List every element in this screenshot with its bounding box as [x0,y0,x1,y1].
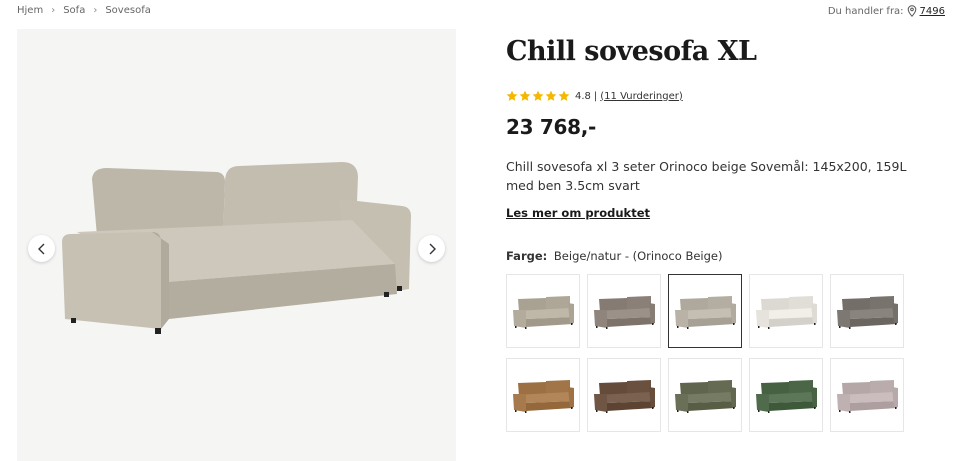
rating-separator: | [593,90,598,102]
sofa-thumbnail [756,380,817,413]
color-selection: Farge: Beige/natur - (Orinoco Beige) [506,249,722,263]
color-value: Beige/natur - (Orinoco Beige) [553,249,723,263]
reviews-link[interactable]: (11 Vurderinger) [600,91,682,102]
star-icon [519,90,531,101]
store-zip-link[interactable]: 7496 [920,6,945,17]
rating-value: 4.8 [575,90,591,102]
gallery-prev-button[interactable] [28,235,55,262]
chevron-right-icon: › [51,5,56,16]
sofa-thumbnail [513,380,574,413]
product-rating: 4.8 | (11 Vurderinger) [506,90,683,102]
swatch-green[interactable] [749,358,823,432]
sofa-thumbnail [675,296,736,329]
gallery-next-button[interactable] [418,235,445,262]
product-description: Chill sovesofa xl 3 seter Orinoco beige … [506,159,907,193]
chevron-right-icon [429,243,436,254]
sofa-photo [62,162,411,334]
star-icon [545,90,557,101]
sofa-thumbnail [837,380,898,413]
product-price: 23 768,- [506,115,597,139]
color-swatches [506,274,904,432]
star-icon [558,90,570,101]
product-title: Chill sovesofa XL [506,36,757,67]
location-pin-icon [907,5,916,17]
swatch-brown[interactable] [587,358,661,432]
chevron-left-icon [37,243,44,254]
sofa-thumbnail [837,296,898,329]
swatch-off-white[interactable] [749,274,823,348]
sofa-thumbnail [594,380,655,413]
swatch-cognac[interactable] [506,358,580,432]
sofa-thumbnail [675,380,736,413]
chevron-right-icon: › [93,5,98,16]
product-gallery [17,29,456,461]
swatch-lilac-grey[interactable] [830,358,904,432]
sofa-thumbnail [756,296,817,329]
sofa-thumbnail [594,296,655,329]
swatch-orinoco-beige[interactable] [668,274,742,348]
swatch-taupe[interactable] [587,274,661,348]
read-more-link[interactable]: Les mer om produktet [506,206,650,220]
sofa-thumbnail [513,296,574,329]
breadcrumb-sovesofa[interactable]: Sovesofa [105,5,151,16]
store-prefix: Du handler fra: [827,5,904,17]
color-label: Farge: [506,249,548,263]
star-icon [532,90,544,101]
store-selector: Du handler fra: 7496 [828,5,945,17]
breadcrumb-home[interactable]: Hjem [17,5,43,16]
breadcrumb: Hjem › Sofa › Sovesofa [17,5,151,16]
star-icon [506,90,518,101]
swatch-beige-light[interactable] [506,274,580,348]
swatch-olive[interactable] [668,358,742,432]
swatch-grey-brown[interactable] [830,274,904,348]
breadcrumb-sofa[interactable]: Sofa [63,5,85,16]
rating-stars [506,90,570,102]
